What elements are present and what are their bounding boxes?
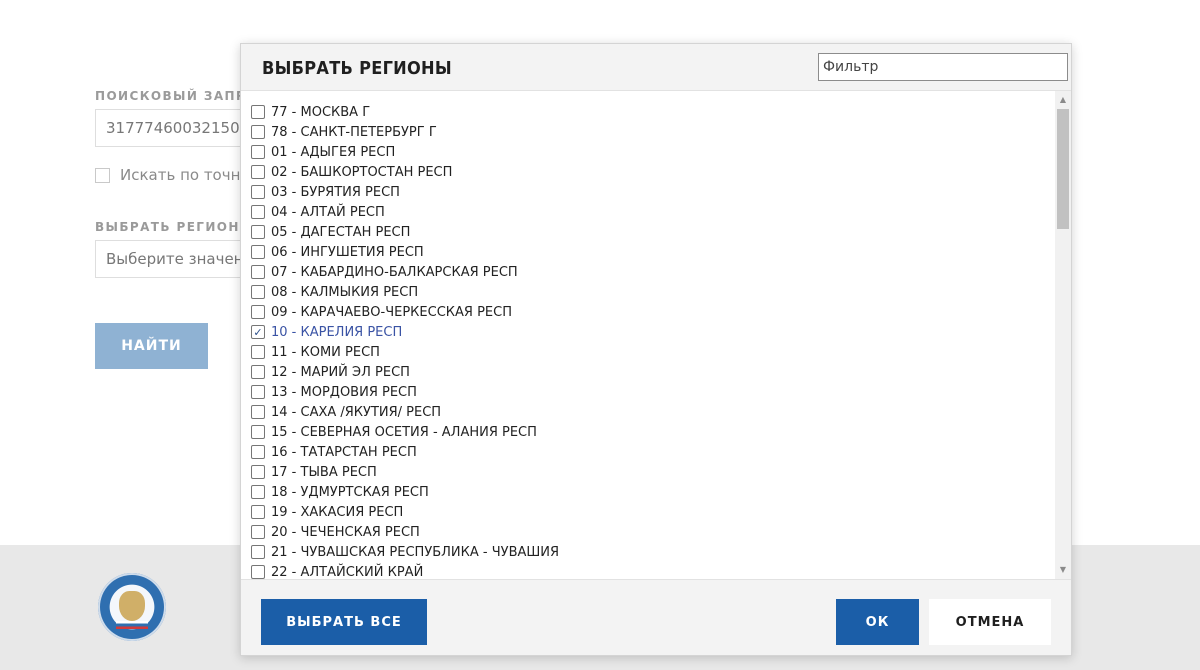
region-label: 11 - КОМИ РЕСП: [271, 344, 380, 360]
region-label: 20 - ЧЕЧЕНСКАЯ РЕСП: [271, 524, 420, 540]
filter-input[interactable]: [818, 53, 1068, 81]
region-label: 16 - ТАТАРСТАН РЕСП: [271, 444, 417, 460]
region-checkbox[interactable]: [251, 145, 265, 159]
region-checkbox[interactable]: [251, 305, 265, 319]
region-item[interactable]: ✓ 10 - КАРЕЛИЯ РЕСП: [251, 322, 1051, 342]
region-item[interactable]: 13 - МОРДОВИЯ РЕСП: [251, 382, 1051, 402]
region-checkbox[interactable]: [251, 285, 265, 299]
region-checkbox[interactable]: [251, 505, 265, 519]
region-checkbox[interactable]: [251, 445, 265, 459]
region-checkbox[interactable]: [251, 245, 265, 259]
region-label: 10 - КАРЕЛИЯ РЕСП: [271, 324, 403, 340]
region-checkbox[interactable]: [251, 345, 265, 359]
fns-emblem-icon: [98, 573, 166, 641]
region-item[interactable]: 15 - СЕВЕРНАЯ ОСЕТИЯ - АЛАНИЯ РЕСП: [251, 422, 1051, 442]
region-checkbox-checked[interactable]: ✓: [251, 325, 265, 339]
region-item[interactable]: 01 - АДЫГЕЯ РЕСП: [251, 142, 1051, 162]
region-label: 78 - САНКТ-ПЕТЕРБУРГ Г: [271, 124, 437, 140]
region-checkbox[interactable]: [251, 425, 265, 439]
region-item[interactable]: 03 - БУРЯТИЯ РЕСП: [251, 182, 1051, 202]
region-checkbox[interactable]: [251, 205, 265, 219]
region-checkbox[interactable]: [251, 265, 265, 279]
region-checkbox[interactable]: [251, 105, 265, 119]
select-all-button[interactable]: ВЫБРАТЬ ВСЕ: [261, 599, 427, 645]
region-label: 07 - КАБАРДИНО-БАЛКАРСКАЯ РЕСП: [271, 264, 518, 280]
region-checkbox[interactable]: [251, 385, 265, 399]
modal-title: ВЫБРАТЬ РЕГИОНЫ: [262, 58, 452, 79]
scrollbar[interactable]: ▲ ▼: [1055, 91, 1071, 579]
scroll-up-arrow-icon[interactable]: ▲: [1055, 93, 1071, 107]
region-label: 12 - МАРИЙ ЭЛ РЕСП: [271, 364, 410, 380]
region-checkbox[interactable]: [251, 545, 265, 559]
cancel-button[interactable]: ОТМЕНА: [929, 599, 1051, 645]
region-item[interactable]: 19 - ХАКАСИЯ РЕСП: [251, 502, 1051, 522]
region-checkbox[interactable]: [251, 465, 265, 479]
region-label: 77 - МОСКВА Г: [271, 104, 371, 120]
region-list-container: 77 - МОСКВА Г 78 - САНКТ-ПЕТЕРБУРГ Г 01 - …: [241, 91, 1071, 579]
region-checkbox[interactable]: [251, 185, 265, 199]
flag-ribbon-icon: [116, 621, 148, 629]
region-item[interactable]: 12 - МАРИЙ ЭЛ РЕСП: [251, 362, 1051, 382]
region-item[interactable]: 06 - ИНГУШЕТИЯ РЕСП: [251, 242, 1051, 262]
region-item[interactable]: 22 - АЛТАЙСКИЙ КРАЙ: [251, 562, 1051, 579]
region-item[interactable]: 77 - МОСКВА Г: [251, 102, 1051, 122]
region-item[interactable]: 08 - КАЛМЫКИЯ РЕСП: [251, 282, 1051, 302]
region-checkbox[interactable]: [251, 565, 265, 579]
region-list: 77 - МОСКВА Г 78 - САНКТ-ПЕТЕРБУРГ Г 01 - …: [251, 102, 1051, 579]
regions-label: ВЫБРАТЬ РЕГИОНЫ: [95, 220, 254, 234]
region-label: 19 - ХАКАСИЯ РЕСП: [271, 504, 404, 520]
region-item[interactable]: 16 - ТАТАРСТАН РЕСП: [251, 442, 1051, 462]
region-item[interactable]: 04 - АЛТАЙ РЕСП: [251, 202, 1051, 222]
region-label: 01 - АДЫГЕЯ РЕСП: [271, 144, 396, 160]
modal-footer: ВЫБРАТЬ ВСЕ ОК ОТМЕНА: [241, 579, 1071, 655]
region-item[interactable]: 11 - КОМИ РЕСП: [251, 342, 1051, 362]
region-item[interactable]: 17 - ТЫВА РЕСП: [251, 462, 1051, 482]
region-item[interactable]: 05 - ДАГЕСТАН РЕСП: [251, 222, 1051, 242]
region-item[interactable]: 20 - ЧЕЧЕНСКАЯ РЕСП: [251, 522, 1051, 542]
region-item[interactable]: 18 - УДМУРТСКАЯ РЕСП: [251, 482, 1051, 502]
region-label: 05 - ДАГЕСТАН РЕСП: [271, 224, 411, 240]
region-label: 15 - СЕВЕРНАЯ ОСЕТИЯ - АЛАНИЯ РЕСП: [271, 424, 537, 440]
region-label: 09 - КАРАЧАЕВО-ЧЕРКЕССКАЯ РЕСП: [271, 304, 512, 320]
region-label: 18 - УДМУРТСКАЯ РЕСП: [271, 484, 429, 500]
region-checkbox[interactable]: [251, 405, 265, 419]
ok-button[interactable]: ОК: [836, 599, 919, 645]
region-label: 04 - АЛТАЙ РЕСП: [271, 204, 385, 220]
region-label: 02 - БАШКОРТОСТАН РЕСП: [271, 164, 453, 180]
region-item[interactable]: 21 - ЧУВАШСКАЯ РЕСПУБЛИКА - ЧУВАШИЯ: [251, 542, 1051, 562]
region-item[interactable]: 02 - БАШКОРТОСТАН РЕСП: [251, 162, 1051, 182]
region-label: 22 - АЛТАЙСКИЙ КРАЙ: [271, 564, 424, 580]
scrollbar-thumb[interactable]: [1057, 109, 1069, 229]
exact-search-checkbox[interactable]: [95, 167, 110, 183]
region-item[interactable]: 07 - КАБАРДИНО-БАЛКАРСКАЯ РЕСП: [251, 262, 1051, 282]
region-item[interactable]: 78 - САНКТ-ПЕТЕРБУРГ Г: [251, 122, 1051, 142]
search-button[interactable]: НАЙТИ: [95, 323, 208, 369]
region-checkbox[interactable]: [251, 125, 265, 139]
region-label: 08 - КАЛМЫКИЯ РЕСП: [271, 284, 419, 300]
region-checkbox[interactable]: [251, 485, 265, 499]
modal-header: ВЫБРАТЬ РЕГИОНЫ: [241, 44, 1071, 91]
region-item[interactable]: 14 - САХА /ЯКУТИЯ/ РЕСП: [251, 402, 1051, 422]
region-checkbox[interactable]: [251, 165, 265, 179]
region-label: 03 - БУРЯТИЯ РЕСП: [271, 184, 400, 200]
region-label: 21 - ЧУВАШСКАЯ РЕСПУБЛИКА - ЧУВАШИЯ: [271, 544, 560, 560]
region-checkbox[interactable]: [251, 525, 265, 539]
region-label: 06 - ИНГУШЕТИЯ РЕСП: [271, 244, 424, 260]
region-item[interactable]: 09 - КАРАЧАЕВО-ЧЕРКЕССКАЯ РЕСП: [251, 302, 1051, 322]
eagle-icon: [119, 591, 145, 621]
region-checkbox[interactable]: [251, 365, 265, 379]
region-checkbox[interactable]: [251, 225, 265, 239]
region-label: 17 - ТЫВА РЕСП: [271, 464, 377, 480]
select-regions-modal: ВЫБРАТЬ РЕГИОНЫ 77 - МОСКВА Г 78 - САНКТ-…: [240, 43, 1072, 656]
region-label: 14 - САХА /ЯКУТИЯ/ РЕСП: [271, 404, 442, 420]
region-label: 13 - МОРДОВИЯ РЕСП: [271, 384, 417, 400]
scroll-down-arrow-icon[interactable]: ▼: [1055, 563, 1071, 577]
